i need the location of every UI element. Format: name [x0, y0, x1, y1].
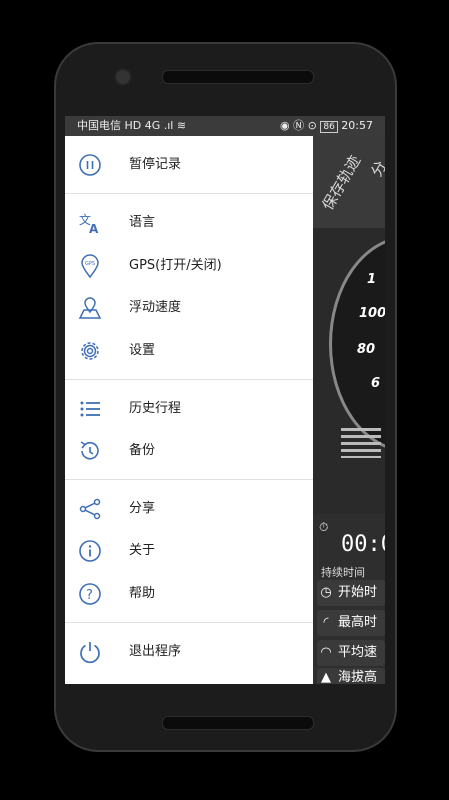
menu-label: 暂停记录	[129, 157, 182, 172]
menu-label: 关于	[129, 543, 156, 558]
stat-row[interactable]: ◠ 平均速	[317, 640, 385, 666]
status-time: 20:57	[341, 119, 373, 132]
list-icon	[80, 401, 100, 417]
menu-item-share[interactable]: 分享	[65, 488, 313, 530]
menu-item-backup[interactable]: 备份	[65, 430, 313, 472]
carrier-name: 中国电信	[77, 119, 121, 132]
svg-text:A: A	[89, 222, 99, 236]
help-icon: ?	[79, 583, 101, 605]
menu-item-pause-recording[interactable]: 暂停记录	[65, 144, 313, 186]
status-left: 中国电信 HD 4G .ıl ≋	[77, 116, 186, 136]
background-speedometer-app: 保存轨迹 分 1 100 80 6 ⏱ 00:0 持续时间 ◷ 开始时 ◜ 最高时 …	[313, 136, 385, 684]
gauge-tick-label: 6	[371, 376, 381, 391]
gauge-tick-label: 80	[357, 342, 376, 357]
save-track-tab[interactable]: 保存轨迹	[317, 151, 365, 213]
divider	[65, 379, 313, 380]
clock-icon: ◷	[320, 585, 332, 600]
trip-stats-panel: ⏱ 00:0 持续时间 ◷ 开始时 ◜ 最高时 ◠ 平均速 ▲ 海拔高	[313, 514, 385, 684]
info-icon	[79, 540, 101, 562]
battery-level: 86	[320, 121, 338, 133]
nfc-icon: Ⓝ	[293, 119, 305, 132]
menu-item-exit-app[interactable]: 退出程序	[65, 631, 313, 673]
svg-text:?: ?	[86, 588, 93, 603]
stat-label: 平均速	[338, 645, 378, 660]
screen: 中国电信 HD 4G .ıl ≋ ◉ Ⓝ ⊙ 86 20:57 保存轨迹 分 1…	[65, 116, 385, 684]
menu-item-history-trips[interactable]: 历史行程	[65, 388, 313, 430]
menu-label: 退出程序	[129, 644, 182, 659]
divider	[65, 193, 313, 194]
power-icon	[80, 642, 100, 664]
menu-label: GPS(打开/关闭)	[129, 258, 222, 273]
speedometer-icon: ◜	[323, 615, 329, 630]
menu-item-settings[interactable]: 设置	[65, 330, 313, 372]
menu-label: 帮助	[129, 586, 156, 601]
menu-label: 备份	[129, 443, 156, 458]
menu-label: 浮动速度	[129, 300, 182, 315]
duration-label: 持续时间	[321, 566, 365, 579]
menu-label: 分享	[129, 501, 156, 516]
translate-icon: 文 A	[79, 212, 99, 236]
bottom-speaker	[162, 716, 314, 730]
menu-item-about[interactable]: 关于	[65, 530, 313, 572]
status-bar: 中国电信 HD 4G .ıl ≋ ◉ Ⓝ ⊙ 86 20:57	[65, 116, 385, 136]
network-indicator: HD 4G .ıl	[124, 119, 174, 132]
backup-icon	[80, 441, 99, 460]
share-icon	[79, 498, 101, 520]
stat-row[interactable]: ◜ 最高时	[317, 610, 385, 636]
speed-bars	[341, 428, 381, 458]
pause-icon	[79, 154, 101, 176]
wifi-icon: ≋	[176, 119, 187, 132]
menu-item-help[interactable]: ? 帮助	[65, 573, 313, 615]
divider	[65, 479, 313, 480]
floating-speed-icon	[78, 297, 102, 319]
earpiece-speaker	[162, 70, 314, 84]
menu-item-gps-toggle[interactable]: GPS GPS(打开/关闭)	[65, 245, 313, 287]
stat-label: 最高时	[338, 615, 378, 630]
eye-icon: ◉	[280, 119, 290, 132]
location-icon: ⊙	[307, 119, 317, 132]
stat-row[interactable]: ▲ 海拔高	[317, 668, 385, 684]
timer-value: 00:0	[341, 532, 385, 557]
avg-speed-icon: ◠	[320, 645, 332, 660]
bg-header: 保存轨迹 分	[313, 136, 385, 228]
stat-label: 海拔高	[338, 670, 378, 684]
svg-text:GPS: GPS	[85, 261, 95, 267]
mountain-icon: ▲	[321, 670, 331, 684]
status-right: ◉ Ⓝ ⊙ 86 20:57	[280, 116, 373, 137]
gauge-tick-label: 100	[359, 306, 385, 321]
menu-label: 历史行程	[129, 401, 182, 416]
menu-label: 语言	[129, 215, 156, 230]
gauge-tick-label: 1	[367, 272, 377, 287]
menu-item-language[interactable]: 文 A 语言	[65, 202, 313, 244]
front-camera	[114, 68, 132, 86]
menu-label: 设置	[129, 343, 156, 358]
stopwatch-icon: ⏱	[319, 520, 329, 534]
navigation-drawer: 暂停记录 文 A 语言 GPS GPS(打开/关闭) 浮动速度 设置 历史行程 …	[65, 136, 313, 684]
gear-icon	[81, 342, 99, 360]
divider	[65, 622, 313, 623]
second-tab[interactable]: 分	[366, 157, 385, 181]
gps-pin-icon: GPS	[81, 254, 99, 279]
stat-row[interactable]: ◷ 开始时	[317, 580, 385, 606]
stat-label: 开始时	[338, 585, 378, 600]
menu-item-floating-speed[interactable]: 浮动速度	[65, 287, 313, 329]
